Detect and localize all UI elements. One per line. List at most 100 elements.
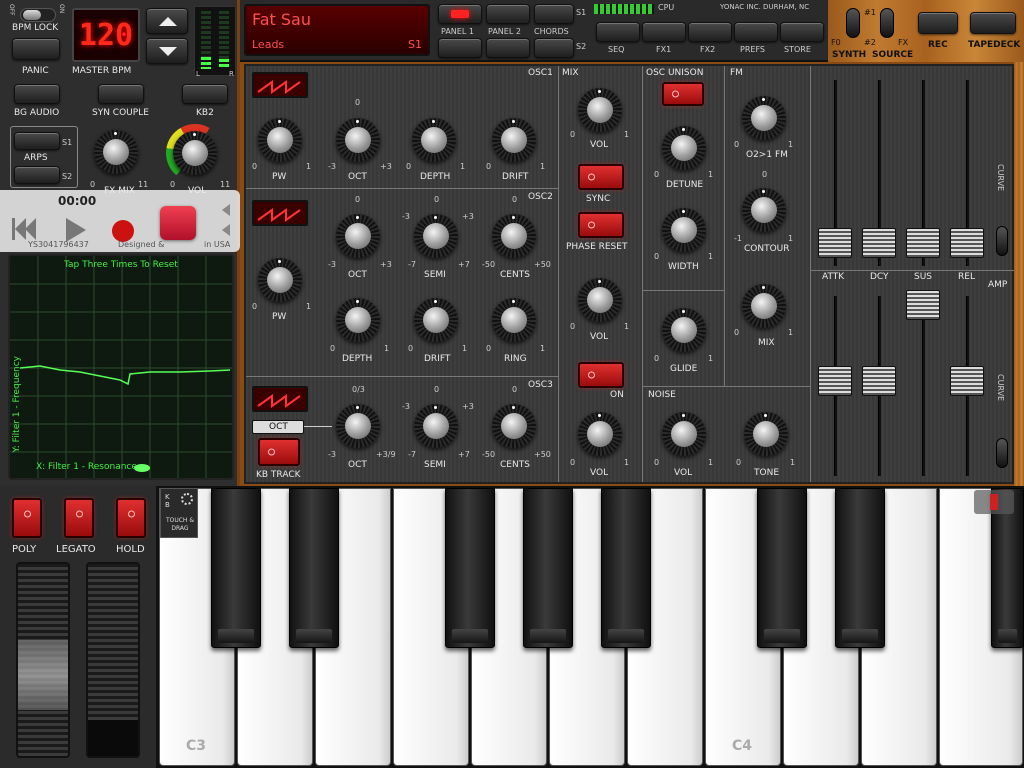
contour-label: CONTOUR [744,244,790,254]
osc3-oct-knob[interactable] [336,404,380,448]
amp-release-fader[interactable] [950,366,984,396]
osc2-pw-knob[interactable] [258,258,302,302]
seq-button[interactable] [596,22,640,42]
osc2-cents-knob[interactable] [492,214,536,258]
kb2-button[interactable] [182,84,228,104]
pitch-bend-wheel[interactable] [16,562,70,758]
osc1-depth-knob[interactable] [412,118,456,162]
o2-to-o1-fm-knob[interactable] [742,96,786,140]
osc2-ring-knob[interactable] [492,298,536,342]
tapedeck-button[interactable] [970,12,1016,34]
nav-row2-button-1[interactable] [438,38,482,58]
width-knob[interactable] [662,208,706,252]
syn-couple-button[interactable] [98,84,144,104]
source-toggle[interactable] [880,8,894,38]
amp-attack-fader[interactable] [818,366,852,396]
off-on-toggle[interactable] [20,8,56,22]
panic-button[interactable] [12,38,60,60]
bg-audio-button[interactable] [14,84,60,104]
osc3-on-switch[interactable] [578,362,624,388]
unison-switch[interactable] [662,82,704,106]
osc3-waveform-display[interactable] [252,386,308,412]
filter-sustain-fader[interactable] [906,228,940,258]
osc1-drift-knob[interactable] [492,118,536,162]
divider-noise [642,386,810,387]
nav-row2-button-2[interactable] [486,38,530,58]
black-key-cs4[interactable] [757,488,807,648]
mix-osc2-vol-knob[interactable] [578,278,622,322]
osc1-oct-knob[interactable] [336,118,380,162]
keyboard-scroll-indicator[interactable] [974,490,1014,514]
fm-mix-knob[interactable] [742,284,786,328]
amp-sustain-fader[interactable] [906,290,940,320]
rewind-icon[interactable] [12,218,38,240]
fx-mix-max: 11 [138,180,149,189]
osc3-semi-knob[interactable] [414,404,458,448]
store-button[interactable] [780,22,824,42]
sync-switch[interactable] [578,164,624,190]
fx-label: FX [898,38,909,47]
poly-switch[interactable] [12,498,42,538]
master-vol-knob[interactable] [173,131,217,175]
noise-vol-knob[interactable] [662,412,706,456]
yamaha-app-icon[interactable] [160,206,196,240]
filter-release-fader[interactable] [950,228,984,258]
kb-track-switch[interactable] [258,438,300,466]
kb-touch-drag-toggle[interactable]: K B TOUCH & DRAG [160,488,198,538]
fx2-button[interactable] [688,22,732,42]
osc2-oct-knob[interactable] [336,214,380,258]
panel2-button[interactable] [486,4,530,24]
amp-decay-fader[interactable] [862,366,896,396]
rec-button[interactable] [918,12,958,34]
black-key-as3[interactable] [601,488,651,648]
noise-tone-knob[interactable] [744,412,788,456]
osc1-pw-knob[interactable] [258,118,302,162]
prefs-button[interactable] [734,22,778,42]
panel2-label: PANEL 2 [488,27,521,36]
osc3-oct-link-line [304,426,332,427]
contour-knob[interactable] [742,188,786,232]
filter-curve-toggle[interactable] [996,226,1008,256]
black-key-cs3[interactable] [211,488,261,648]
arps-s2-button[interactable] [14,166,60,184]
hold-switch[interactable] [116,498,146,538]
osc1-waveform-display[interactable] [252,72,308,98]
chords-button[interactable] [534,4,574,24]
osc2-drift-knob[interactable] [414,298,458,342]
panel1-button[interactable] [438,4,482,24]
preset-display[interactable]: Fat Sau Leads S1 [244,4,430,56]
phase-reset-switch[interactable] [578,212,624,238]
xy-scope[interactable]: Tap Three Times To Reset Y: Filter 1 - F… [8,254,234,480]
amp-curve-toggle[interactable] [996,438,1008,468]
detune-knob[interactable] [662,126,706,170]
synth-toggle[interactable] [846,8,860,38]
nav-row2-button-3[interactable] [534,38,574,58]
filter-attack-fader[interactable] [818,228,852,258]
curve-label-2: CURVE [996,374,1005,402]
fx-mix-knob[interactable] [94,130,138,174]
bpm-down-button[interactable] [146,38,188,64]
arps-s1-button[interactable] [14,132,60,150]
expand-arrow-icon[interactable] [222,204,230,216]
filter-decay-fader[interactable] [862,228,896,258]
record-icon[interactable] [112,220,134,242]
osc2-semi-knob[interactable] [414,214,458,258]
fx1-button[interactable] [642,22,686,42]
noise-vol-max: 1 [708,458,714,467]
black-key-ds4[interactable] [835,488,885,648]
black-key-fs3[interactable] [445,488,495,648]
osc2-depth-knob[interactable] [336,298,380,342]
mix-osc3-vol-knob[interactable] [578,412,622,456]
black-key-gs3[interactable] [523,488,573,648]
glide-knob[interactable] [662,308,706,352]
black-key-ds3[interactable] [289,488,339,648]
play-icon[interactable] [66,218,86,242]
mod-wheel[interactable] [86,562,140,758]
osc3-oct-toggle[interactable]: OCT [252,420,304,434]
bpm-up-button[interactable] [146,8,188,34]
collapse-arrow-icon[interactable] [222,224,230,236]
mix-osc1-vol-knob[interactable] [578,88,622,132]
osc2-waveform-display[interactable] [252,200,308,226]
osc3-cents-knob[interactable] [492,404,536,448]
legato-switch[interactable] [64,498,94,538]
